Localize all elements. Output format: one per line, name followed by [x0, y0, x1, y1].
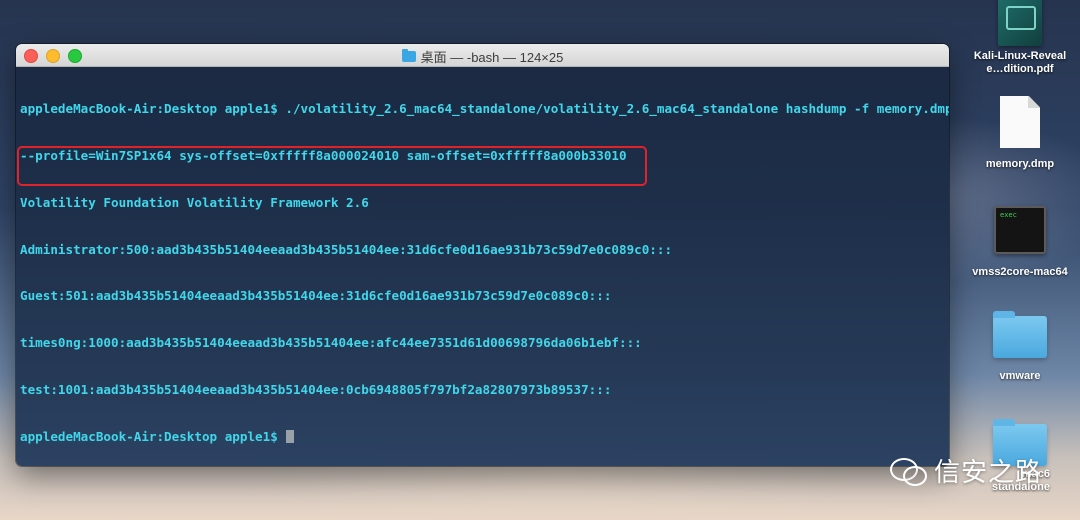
desktop-icon-memory-dmp[interactable]: memory.dmp: [970, 96, 1070, 171]
folder-icon: [993, 311, 1047, 358]
window-title-text: 桌面 — -bash — 124×25: [420, 50, 564, 65]
terminal-output[interactable]: appledeMacBook-Air:Desktop apple1$ ./vol…: [16, 67, 949, 466]
desktop-icon-kali-pdf[interactable]: Kali-Linux-Reveale…dition.pdf: [970, 0, 1070, 76]
executable-icon: [994, 206, 1046, 254]
terminal-line: Guest:501:aad3b435b51404eeaad3b435b51404…: [20, 288, 612, 304]
terminal-line: times0ng:1000:aad3b435b51404eeaad3b435b5…: [20, 335, 642, 351]
desktop-icon-vmss2core[interactable]: vmss2core-mac64: [970, 206, 1070, 279]
desktop-icon-label: vmware: [999, 370, 1041, 382]
title-bar[interactable]: 桌面 — -bash — 124×25: [16, 44, 949, 67]
desktop-icon-vmware[interactable]: vmware: [970, 311, 1070, 383]
terminal-line: Volatility Foundation Volatility Framewo…: [20, 194, 369, 210]
terminal-prompt: appledeMacBook-Air:Desktop apple1$: [20, 428, 286, 444]
window-title: 桌面 — -bash — 124×25: [16, 47, 949, 66]
terminal-prompt-line[interactable]: appledeMacBook-Air:Desktop apple1$: [20, 429, 945, 445]
terminal-line: test:1001:aad3b435b51404eeaad3b435b51404…: [20, 381, 612, 397]
folder-icon: [401, 49, 416, 62]
desktop-icon-label: memory.dmp: [985, 158, 1055, 170]
terminal-line: --profile=Win7SP1x64 sys-offset=0xfffff8…: [20, 147, 627, 163]
wechat-icon: [890, 456, 927, 486]
desktop-icon-label: vmss2core-mac64: [972, 266, 1068, 278]
document-icon: [1000, 96, 1040, 148]
text-cursor: [286, 429, 295, 443]
pdf-book-icon: [998, 0, 1042, 46]
watermark: 信安之路: [890, 452, 1042, 489]
watermark-text: 信安之路: [934, 458, 1043, 488]
terminal-line: Administrator:500:aad3b435b51404eeaad3b4…: [20, 241, 673, 257]
desktop-icon-label: Kali-Linux-Reveale…dition.pdf: [973, 50, 1067, 75]
terminal-window[interactable]: 桌面 — -bash — 124×25 appledeMacBook-Air:D…: [16, 44, 949, 466]
terminal-line: appledeMacBook-Air:Desktop apple1$ ./vol…: [20, 101, 949, 117]
